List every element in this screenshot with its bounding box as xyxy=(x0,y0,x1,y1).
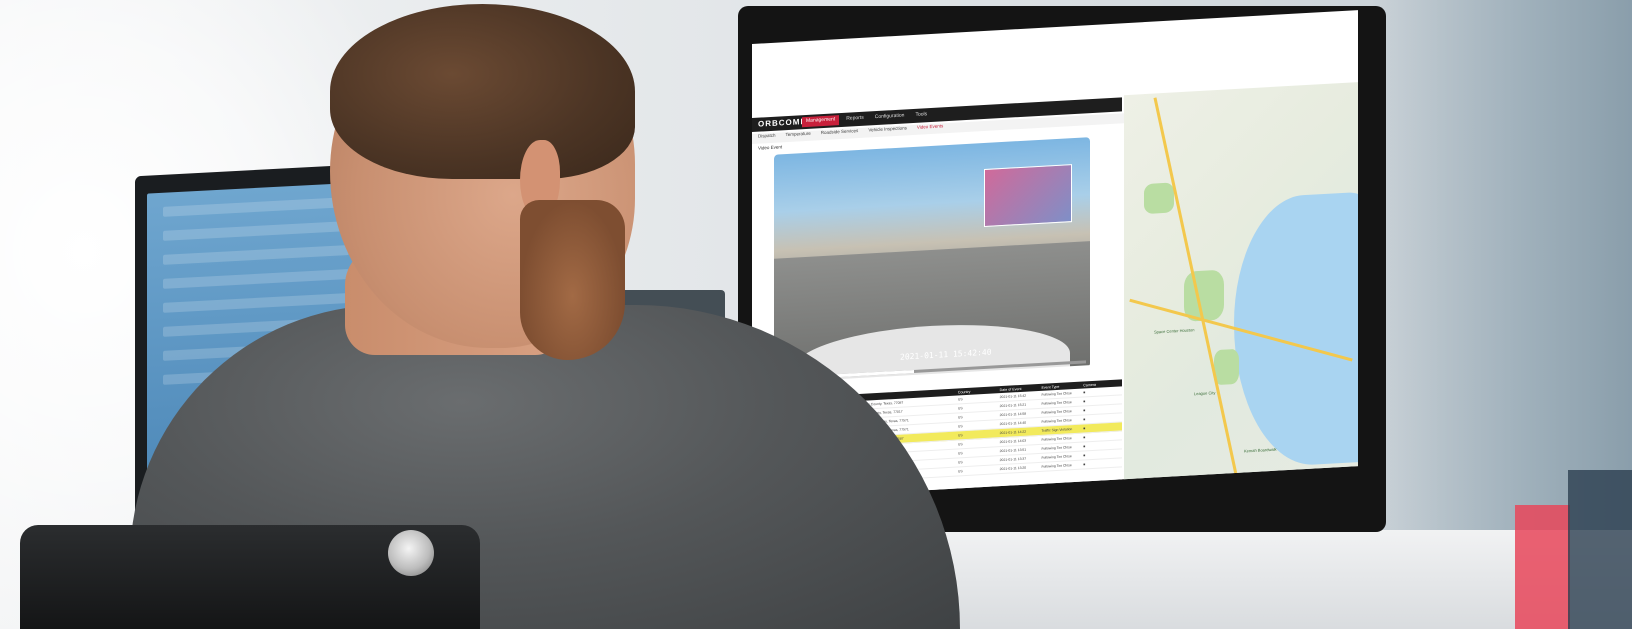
table-cell: Following Too Close xyxy=(1041,454,1072,460)
table-cell: 2021-01-11 13:51 xyxy=(999,447,1027,454)
table-cell: 2021-01-11 15:21 xyxy=(999,402,1027,409)
table-cell: US xyxy=(957,442,963,447)
chair-knob xyxy=(388,530,434,576)
map-label: Space Center Houston xyxy=(1154,327,1195,335)
map-label: Kemah Boardwalk xyxy=(1244,446,1277,454)
table-cell: Following Too Close xyxy=(1041,445,1072,451)
table-cell: 2021-01-11 14:58 xyxy=(999,411,1027,418)
subnav-temperature[interactable]: Temperature xyxy=(786,131,811,142)
subnav-video-events[interactable]: Video Events xyxy=(917,123,943,134)
table-cell: 2021-01-11 14:40 xyxy=(999,420,1027,427)
nav-tools[interactable]: Tools xyxy=(911,110,931,121)
table-cell: US xyxy=(957,406,963,411)
table-cell: ■ xyxy=(1083,417,1086,422)
table-cell: Following Too Close xyxy=(1041,418,1072,424)
table-cell: 2021-01-11 14:03 xyxy=(999,438,1027,445)
photo-scene: ORBCOMM Management Reports Configuration… xyxy=(0,0,1632,629)
table-cell: US xyxy=(957,451,963,456)
table-cell: ■ xyxy=(1083,399,1086,404)
subnav-roadside[interactable]: Roadside Services xyxy=(821,128,859,140)
table-cell: ■ xyxy=(1083,390,1086,395)
table-cell: ■ xyxy=(1083,444,1086,449)
table-cell: US xyxy=(957,397,963,402)
galveston-bay xyxy=(1234,190,1358,470)
table-cell: Following Too Close xyxy=(1041,400,1072,406)
table-cell: Following Too Close xyxy=(1041,463,1072,469)
dark-object xyxy=(1568,470,1632,629)
table-cell: ■ xyxy=(1083,462,1086,467)
panel-label: Video Event xyxy=(758,144,783,151)
table-cell: 2021-01-11 13:37 xyxy=(999,456,1027,463)
table-cell: US xyxy=(957,460,963,465)
nav-reports[interactable]: Reports xyxy=(842,114,868,125)
park-area xyxy=(1214,348,1239,386)
highway xyxy=(1153,97,1238,476)
table-cell: Following Too Close xyxy=(1041,436,1072,442)
table-cell: ■ xyxy=(1083,426,1086,431)
map-label: League City xyxy=(1194,390,1216,397)
table-cell: ■ xyxy=(1083,453,1086,458)
table-cell: Following Too Close xyxy=(1041,409,1072,415)
driver-camera-pip[interactable] xyxy=(984,164,1072,228)
park-area xyxy=(1144,182,1174,215)
nav-configuration[interactable]: Configuration xyxy=(871,111,909,123)
table-cell: Following Too Close xyxy=(1041,391,1072,397)
person-beard xyxy=(520,200,625,360)
table-cell: US xyxy=(957,469,963,474)
table-cell: US xyxy=(957,415,963,420)
nav-management[interactable]: Management xyxy=(802,115,840,128)
subnav-inspections[interactable]: Vehicle Inspections xyxy=(868,125,907,137)
subnav-dispatch[interactable]: Dispatch xyxy=(758,133,776,144)
table-cell: US xyxy=(957,424,963,429)
table-cell: Traffic Sign Violation xyxy=(1041,427,1073,433)
table-cell: 2021-01-11 13:20 xyxy=(999,465,1027,472)
table-cell: US xyxy=(957,433,963,438)
table-cell: ■ xyxy=(1083,408,1086,413)
red-object xyxy=(1515,505,1570,629)
person-hair xyxy=(330,4,635,179)
table-cell: 2021-01-11 14:22 xyxy=(999,429,1027,436)
table-cell: ■ xyxy=(1083,435,1086,440)
table-cell: 2021-01-11 15:42 xyxy=(999,393,1027,400)
video-player[interactable]: 2021-01-11 15:42:40 xyxy=(774,137,1090,385)
map-panel[interactable]: Space Center Houston League City Kemah B… xyxy=(1124,82,1358,486)
